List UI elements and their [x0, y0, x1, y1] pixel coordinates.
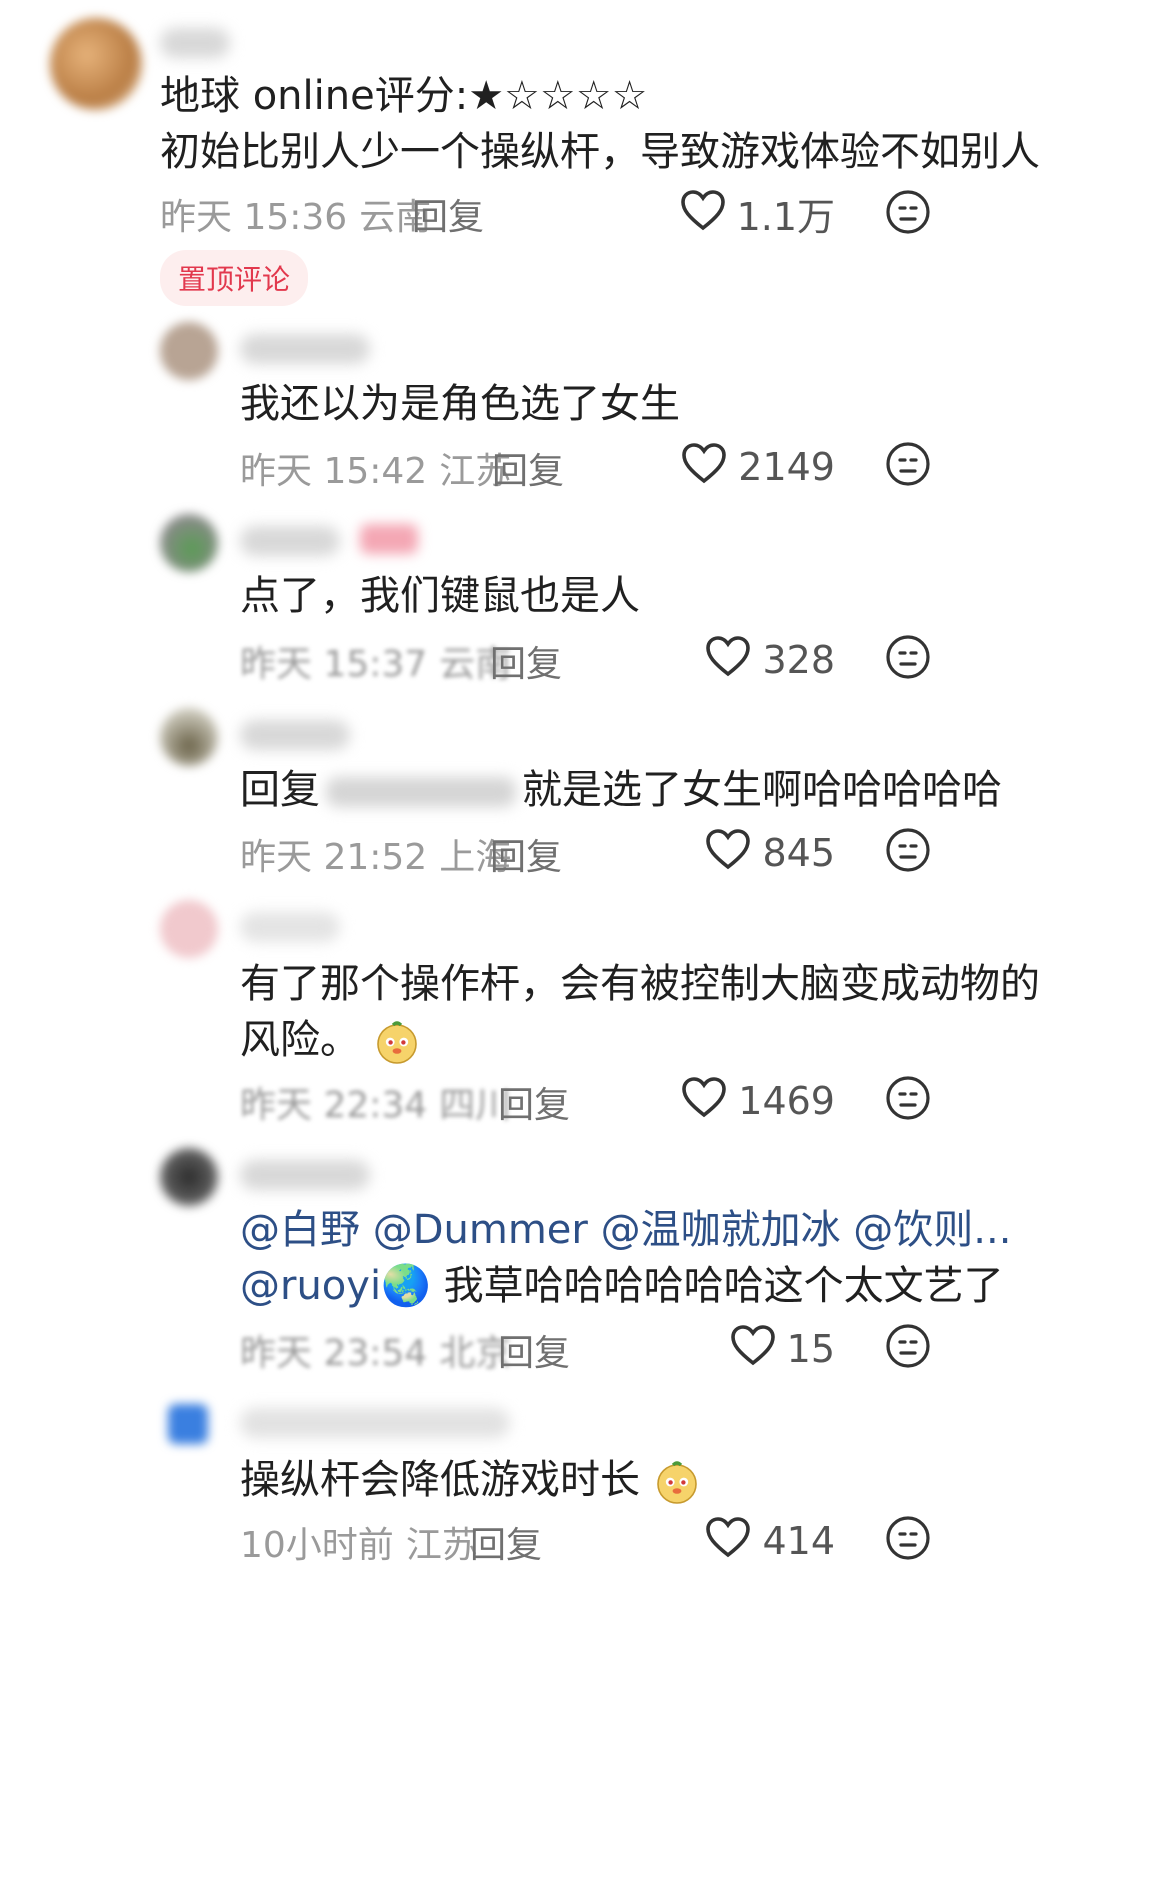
avatar[interactable] — [160, 1148, 218, 1206]
reply-button[interactable]: 回复 — [490, 635, 562, 687]
heart-outline-icon — [704, 826, 752, 879]
reply-time: 昨天 15:37 — [240, 644, 428, 685]
avatar[interactable] — [168, 1404, 208, 1444]
username[interactable] — [240, 720, 350, 750]
comment-time: 昨天 15:36 — [160, 197, 348, 238]
reply-text: 操纵杆会降低游戏时长 — [240, 1448, 701, 1512]
heart-outline-icon — [729, 1322, 777, 1375]
neutral-face-icon — [884, 1516, 932, 1566]
reply-text-line2: 风险。 — [240, 1008, 421, 1072]
avatar[interactable] — [160, 708, 218, 766]
meerkat-emoji-icon — [653, 1458, 701, 1506]
reply-button[interactable]: 回复 — [412, 188, 484, 240]
reply-time: 昨天 22:34 — [240, 1085, 428, 1126]
reply-button[interactable]: 回复 — [470, 1516, 542, 1568]
reply-time: 昨天 21:52 — [240, 837, 428, 878]
reply-text: @ruoyi🌏 我草哈哈哈哈哈哈这个太文艺了 — [240, 1254, 1004, 1318]
avatar[interactable] — [160, 322, 218, 380]
mention-user[interactable]: @ruoyi — [240, 1263, 381, 1309]
reply-meta: 昨天 22:34 四川 — [240, 1076, 511, 1128]
reply-meta: 昨天 21:52 上海 — [240, 828, 511, 880]
comment-meta: 昨天 15:36 云南 — [160, 188, 431, 240]
dislike-button[interactable] — [884, 1074, 932, 1126]
reply-time: 10小时前 — [240, 1525, 394, 1566]
reply-button[interactable]: 回复 — [490, 828, 562, 880]
neutral-face-icon — [884, 442, 932, 492]
reply-meta: 10小时前 江苏 — [240, 1516, 478, 1568]
reply-body: 就是选了女生啊哈哈哈哈哈 — [522, 767, 1002, 813]
username[interactable] — [240, 1160, 370, 1190]
comment-rating-line: 地球 online评分:★☆☆☆☆ — [160, 73, 648, 119]
dislike-button[interactable] — [884, 1322, 932, 1374]
like-button[interactable]: 2149 — [682, 440, 835, 493]
heart-outline-icon — [704, 1514, 752, 1567]
reply-button[interactable]: 回复 — [498, 1076, 570, 1128]
neutral-face-icon — [884, 828, 932, 878]
heart-outline-icon — [680, 1074, 728, 1127]
reply-text: 点了，我们键鼠也是人 — [240, 573, 640, 619]
username[interactable] — [160, 28, 230, 58]
like-count: 1469 — [738, 1078, 835, 1123]
dislike-button[interactable] — [884, 188, 932, 240]
like-button[interactable]: 328 — [685, 633, 835, 686]
like-button[interactable]: 845 — [685, 826, 835, 879]
comment-text: 初始比别人少一个操纵杆，导致游戏体验不如别人 — [160, 129, 1040, 175]
mentioned-user[interactable] — [326, 777, 516, 807]
dislike-button[interactable] — [884, 440, 932, 492]
reply-text: 有了那个操作杆，会有被控制大脑变成动物的 — [240, 961, 1040, 1007]
like-count: 845 — [762, 830, 835, 875]
reply-time: 昨天 15:42 — [240, 451, 428, 492]
reply-text: 回复 就是选了女生啊哈哈哈哈哈 — [240, 758, 1002, 822]
avatar[interactable] — [160, 900, 218, 958]
avatar[interactable] — [50, 18, 142, 110]
reply-button[interactable]: 回复 — [498, 1324, 570, 1376]
username[interactable] — [240, 1408, 510, 1438]
reply-prefix: 回复 — [240, 767, 320, 813]
neutral-face-icon — [884, 635, 932, 685]
like-count: 414 — [762, 1518, 835, 1563]
like-button[interactable]: 1469 — [682, 1074, 835, 1127]
like-count: 328 — [762, 637, 835, 682]
reply-text: 我还以为是角色选了女生 — [240, 381, 680, 427]
reply-button[interactable]: 回复 — [492, 442, 564, 494]
globe-emoji-icon: 🌏 — [381, 1263, 431, 1309]
username[interactable] — [240, 912, 340, 942]
heart-outline-icon — [704, 633, 752, 686]
reply-location: 江苏 — [405, 1525, 478, 1566]
heart-outline-icon — [680, 440, 728, 493]
username[interactable] — [240, 334, 370, 364]
like-count: 1.1万 — [736, 195, 835, 239]
neutral-face-icon — [884, 190, 932, 240]
neutral-face-icon — [884, 1324, 932, 1374]
heart-outline-icon — [679, 187, 727, 240]
like-button[interactable]: 15 — [685, 1322, 835, 1375]
mention-line[interactable]: @白野 @Dummer @温咖就加冰 @饮则... — [240, 1198, 1011, 1262]
meerkat-emoji-icon — [373, 1018, 421, 1066]
avatar[interactable] — [160, 514, 218, 572]
dislike-button[interactable] — [884, 826, 932, 878]
dislike-button[interactable] — [884, 1514, 932, 1566]
neutral-face-icon — [884, 1076, 932, 1126]
reply-body: 我草哈哈哈哈哈哈这个太文艺了 — [430, 1263, 1004, 1309]
user-tag-badge — [360, 524, 418, 554]
username[interactable] — [240, 526, 340, 556]
like-count: 2149 — [738, 444, 835, 489]
reply-meta: 昨天 23:54 北京 — [240, 1324, 511, 1376]
pinned-badge: 置顶评论 — [160, 250, 309, 306]
reply-meta: 昨天 15:42 江苏 — [240, 442, 511, 494]
like-count: 15 — [786, 1326, 835, 1371]
reply-meta: 昨天 15:37 云南 — [240, 635, 511, 687]
like-button[interactable]: 414 — [685, 1514, 835, 1567]
reply-time: 昨天 23:54 — [240, 1333, 428, 1374]
dislike-button[interactable] — [884, 633, 932, 685]
like-button[interactable]: 1.1万 — [680, 186, 835, 241]
